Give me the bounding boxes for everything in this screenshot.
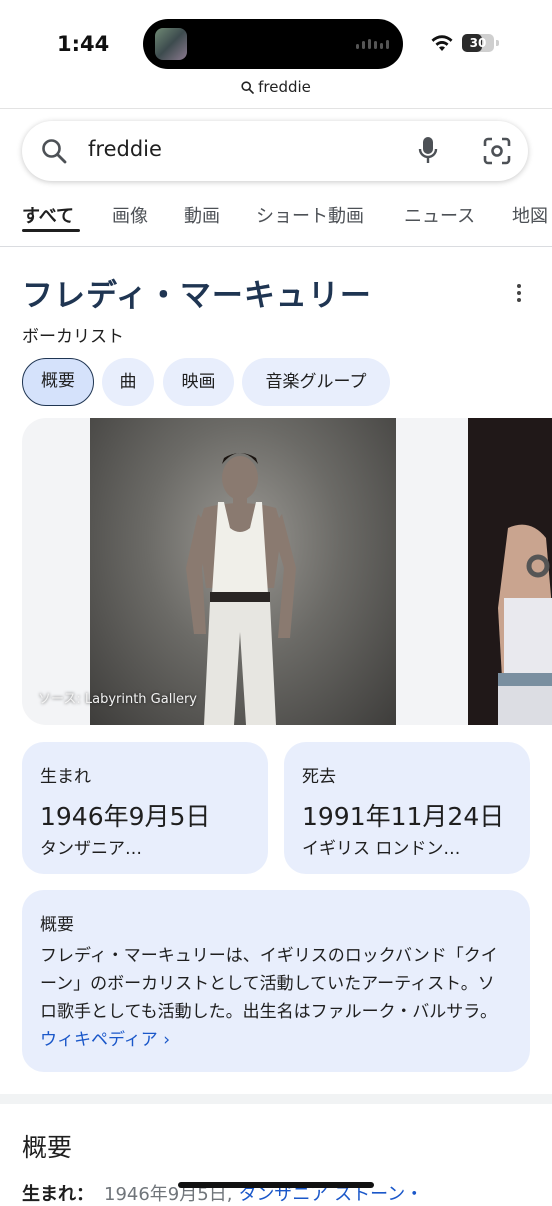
summary-card: 概要 フレディ・マーキュリーは、イギリスのロックバンド「クイーン」のボーカリスト… [22,890,530,1072]
dynamic-island[interactable] [143,19,403,69]
address-bar-text: freddie [258,78,311,96]
status-time: 1:44 [57,32,110,56]
chip-songs[interactable]: 曲 [102,358,154,406]
search-icon [241,81,254,94]
battery-level: 30 [469,36,487,50]
entity-subtitle: ボーカリスト [22,327,124,347]
died-label: 死去 [302,767,336,787]
status-bar: 1:44 30 freddie [0,0,552,96]
chip-overview[interactable]: 概要 [22,358,94,406]
performer-figure [468,418,552,725]
died-place: イギリス ロンドン… [302,839,461,859]
tab-images[interactable]: 画像 [112,202,148,228]
now-playing-thumbnail [155,28,187,60]
tab-news[interactable]: ニュース [404,202,475,228]
microphone-icon[interactable] [418,136,438,166]
home-indicator[interactable] [178,1182,374,1188]
active-tab-indicator [22,229,80,232]
overview-section-title: 概要 [22,1133,73,1162]
tab-maps[interactable]: 地図 [512,202,548,228]
born-date: 1946年9月5日 [40,802,211,831]
portrait-photo[interactable] [90,418,396,725]
summary-label: 概要 [40,915,74,935]
died-card[interactable]: 死去 1991年11月24日 イギリス ロンドン… [284,742,530,874]
person-figure [186,453,296,725]
wifi-icon [431,35,453,51]
more-options-icon[interactable] [512,284,526,306]
divider [0,246,552,247]
concert-photo[interactable] [468,418,552,725]
overview-born-label: 生まれ： [22,1184,94,1205]
image-source-caption: ソース: Labyrinth Gallery [38,692,197,707]
camera-lens-icon[interactable] [482,136,512,166]
battery-icon: 30 [462,34,494,52]
entity-title: フレディ・マーキュリー [22,278,372,314]
audio-wave-icon [356,39,389,49]
search-input[interactable]: freddie [88,137,162,161]
tab-all[interactable]: すべて [22,202,74,228]
divider [0,108,552,109]
born-label: 生まれ [40,767,91,787]
image-carousel[interactable]: ソース: Labyrinth Gallery [22,418,552,725]
tab-shorts[interactable]: ショート動画 [256,202,364,228]
section-divider [0,1094,552,1104]
search-tabs: すべて 画像 動画 ショート動画 ニュース 地図 [0,198,552,238]
search-icon[interactable] [40,137,68,165]
born-card[interactable]: 生まれ 1946年9月5日 タンザニア… [22,742,268,874]
chip-music-group[interactable]: 音楽グループ [242,358,390,406]
born-place: タンザニア… [40,839,142,859]
summary-text: フレディ・マーキュリーは、イギリスのロックバンド「クイーン」のボーカリストとして… [40,942,506,1054]
summary-body: フレディ・マーキュリーは、イギリスのロックバンド「クイーン」のボーカリストとして… [40,946,498,1022]
tab-videos[interactable]: 動画 [184,202,220,228]
address-bar[interactable]: freddie [0,78,552,96]
chip-movies[interactable]: 映画 [163,358,234,406]
died-date: 1991年11月24日 [302,802,505,831]
wikipedia-link[interactable]: ウィキペディア › [40,1030,170,1050]
search-box[interactable]: freddie [22,121,528,181]
